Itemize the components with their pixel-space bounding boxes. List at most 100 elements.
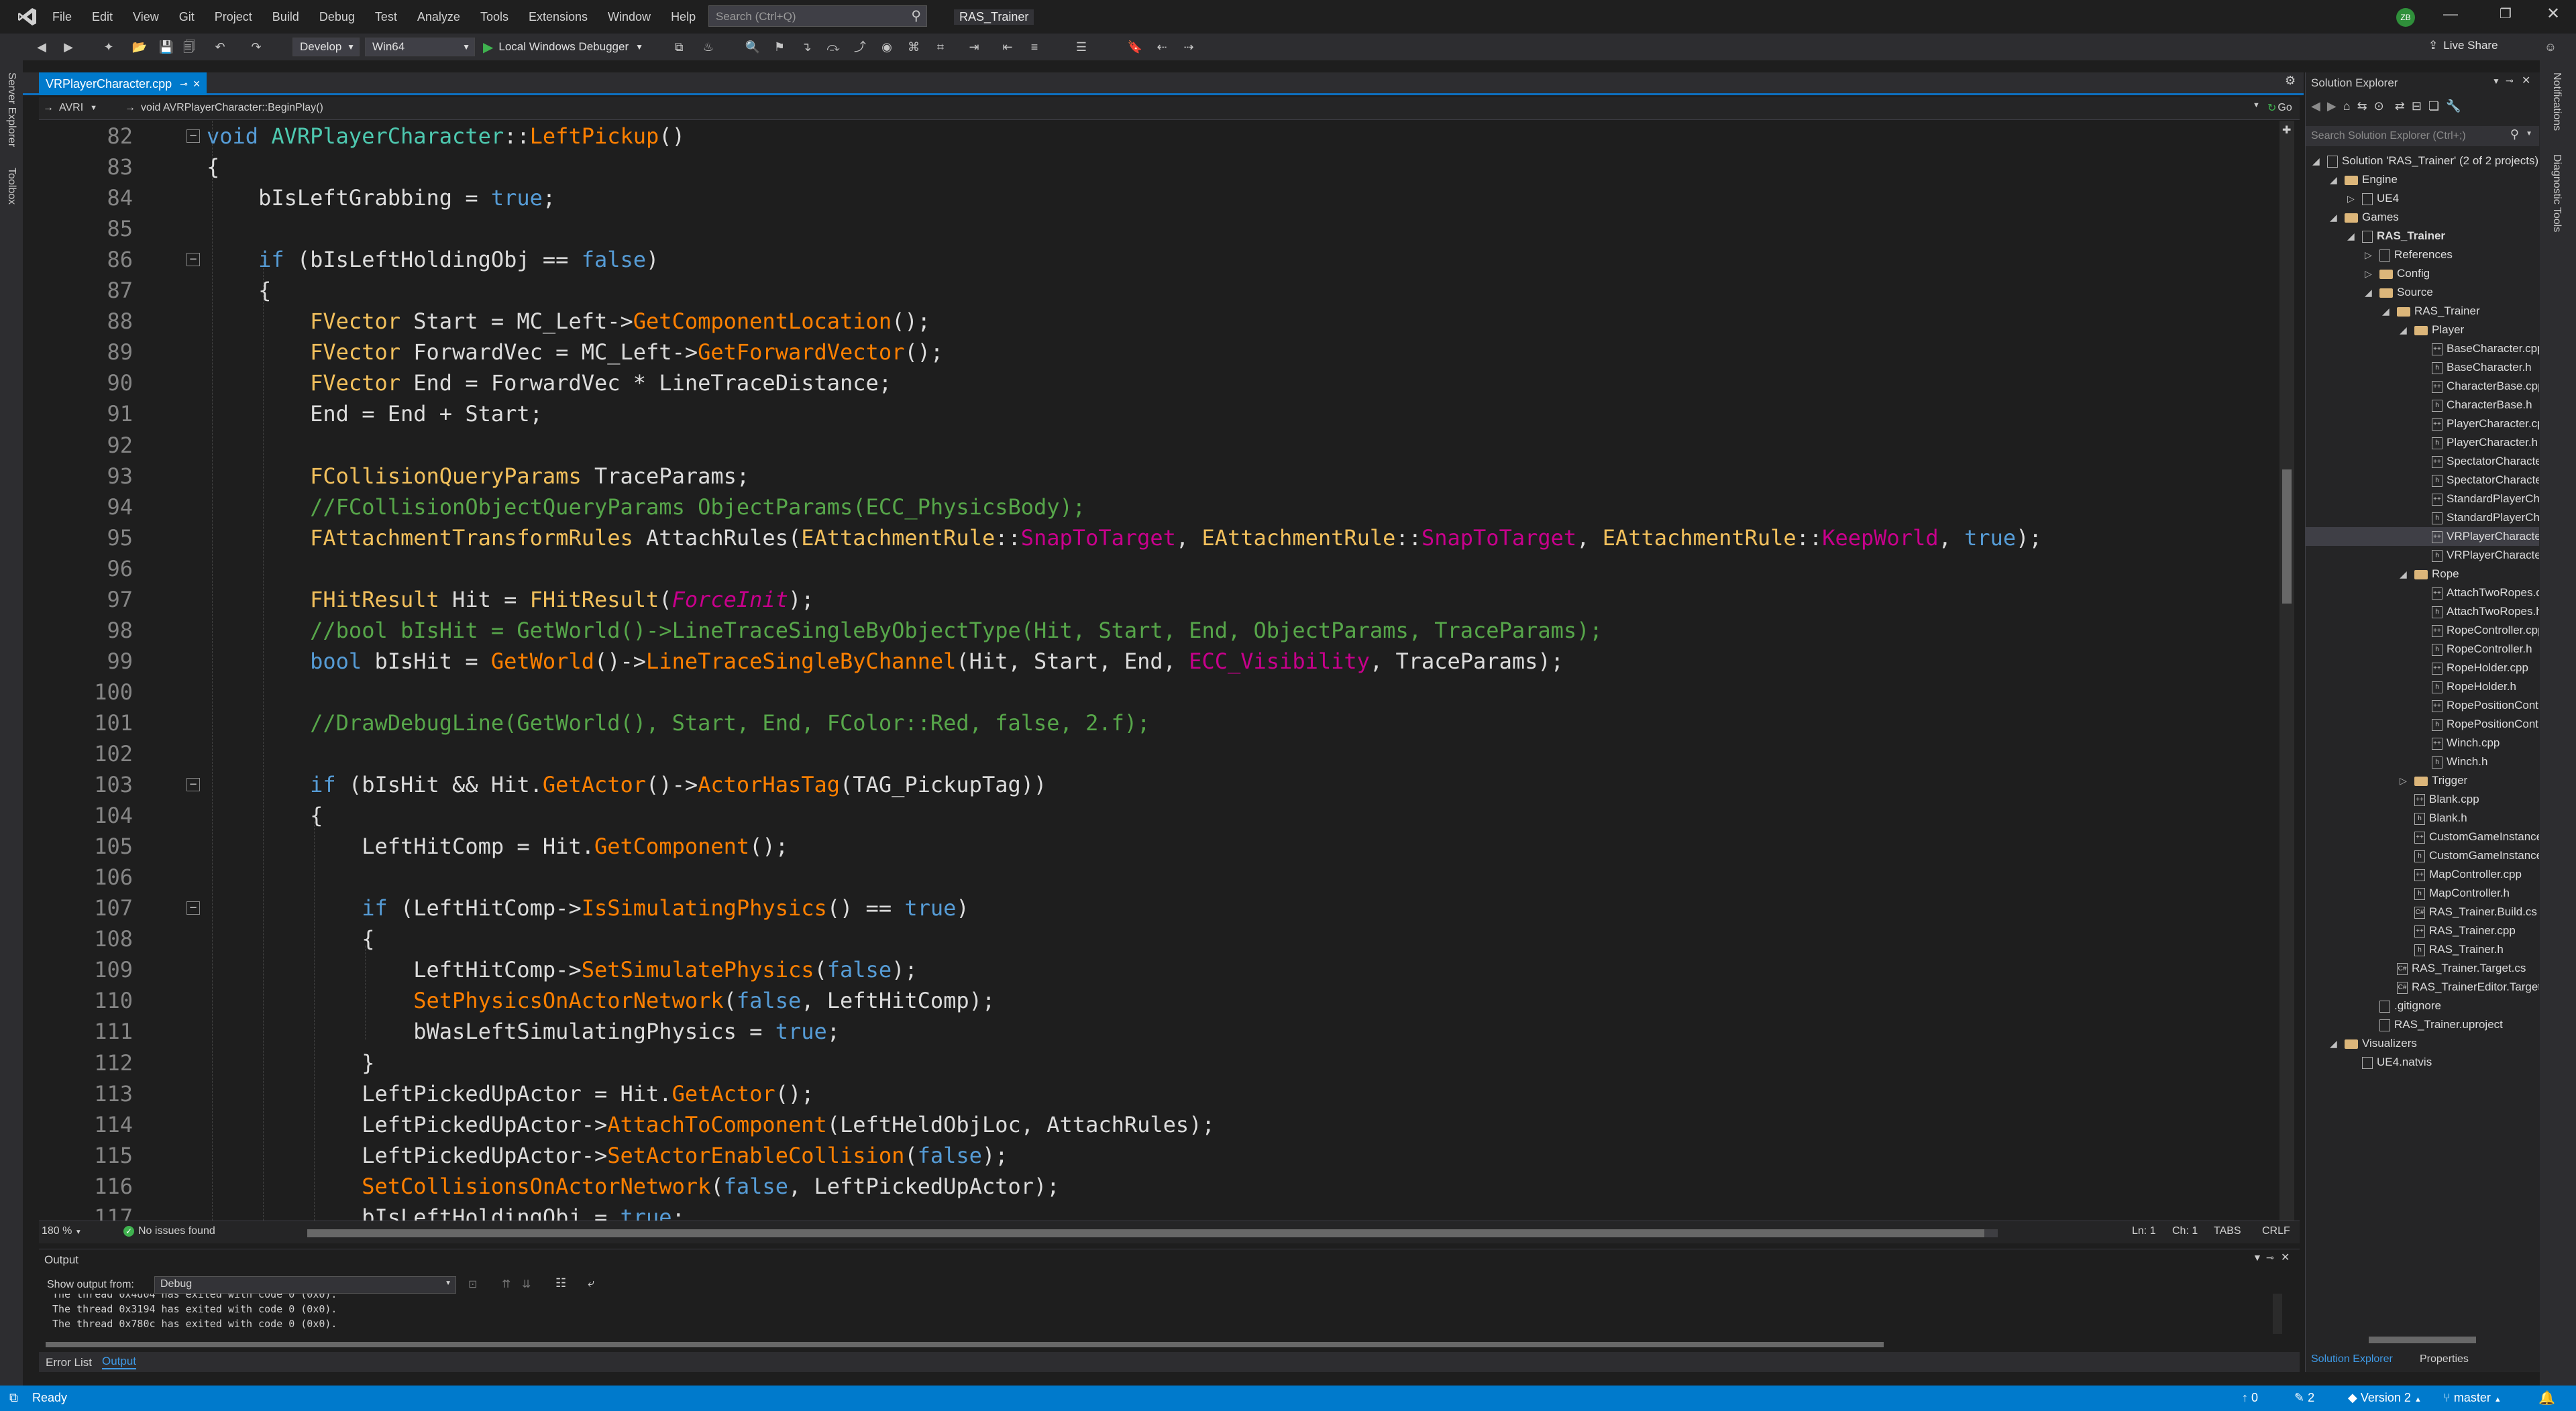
back-icon[interactable]: ◀ [34,39,50,55]
tree-item[interactable]: ◢ RAS_Trainer [2306,302,2539,321]
notification-bell-icon[interactable]: 🔔 [2538,1390,2555,1406]
tree-item[interactable]: ++ MapController.cpp [2306,865,2539,884]
tree-item[interactable]: ++ RAS_Trainer.cpp [2306,921,2539,940]
sync-icon[interactable]: ⇄ [2395,99,2405,113]
tree-item[interactable]: ++ RopePositionController.cpp [2306,696,2539,715]
expand-arrow-icon[interactable]: ▷ [2365,264,2372,283]
redo-icon[interactable]: ↷ [248,39,264,55]
ln-indicator[interactable]: Ln: 1 [2132,1225,2156,1237]
tree-item[interactable]: h VRPlayerCharacter.h [2306,546,2539,565]
tabs-indicator[interactable]: TABS [2214,1225,2241,1237]
tree-item[interactable]: UE4.natvis [2306,1053,2539,1072]
platform-dropdown[interactable]: Win64 ▼ [365,38,475,56]
tree-item[interactable]: h Winch.h [2306,752,2539,771]
search-icon[interactable]: ⚲ [911,7,921,24]
output-source-dropdown[interactable]: Debug ▼ [154,1276,456,1294]
config-dropdown[interactable]: Develop ▼ [292,38,360,56]
tab-vrplayercharacter-cpp[interactable]: VRPlayerCharacter.cpp ⊸ × [39,72,207,95]
tree-item[interactable]: h MapController.h [2306,884,2539,903]
save-all-icon[interactable]: 🗐 [181,39,197,55]
split-icon[interactable]: ✚ [2282,123,2291,137]
vs-logo-icon[interactable] [17,7,38,27]
tree-item[interactable]: C# RAS_Trainer.Target.cs [2306,959,2539,978]
collapse-arrow-icon[interactable]: ◢ [2330,1034,2337,1053]
search-input[interactable]: Search (Ctrl+Q) [716,10,796,23]
horizontal-scrollbar[interactable] [307,1229,1998,1237]
solution-search-box[interactable]: Search Solution Explorer (Ctrl+;) ⚲ ▼ [2306,126,2539,146]
output-text[interactable]: The thread 0x4d04 has exited with code 0… [52,1294,2253,1337]
live-share-button[interactable]: ⇪ Live Share [2428,39,2498,52]
output-hscroll-thumb[interactable] [46,1342,1884,1347]
tree-item[interactable]: h SpectatorCharacter.h [2306,471,2539,490]
tree-hscroll-thumb[interactable] [2369,1337,2476,1343]
diagnostic-tools-tab[interactable]: Diagnostic Tools [2551,154,2563,232]
bookmark-icon[interactable]: ⚑ [771,39,788,55]
properties-icon[interactable]: 🔧 [2446,99,2461,113]
scrollbar-thumb[interactable] [307,1229,1984,1237]
menu-item-git[interactable]: Git [179,10,195,24]
tree-item[interactable]: ++ BaseCharacter.cpp [2306,339,2539,358]
menu-item-analyze[interactable]: Analyze [417,10,460,24]
menu-item-view[interactable]: View [133,10,159,24]
clear-all-icon[interactable]: ☷ [555,1276,566,1290]
settings-gear-icon[interactable]: ⚙ [2285,74,2296,88]
step-icon[interactable]: ↴ [798,39,814,55]
tree-item[interactable]: .gitignore [2306,997,2539,1015]
tree-item[interactable]: h AttachTwoRopes.h [2306,602,2539,621]
new-project-icon[interactable]: ✦ [101,39,117,55]
collapse-arrow-icon[interactable]: ◢ [2400,565,2407,583]
publish-indicator[interactable]: ↑ 0 [2242,1391,2258,1405]
menu-item-help[interactable]: Help [671,10,696,24]
user-avatar[interactable]: ZB [2396,8,2415,27]
step-over-icon[interactable]: ⤼ [825,39,841,55]
feedback-icon[interactable]: ☺ [2542,39,2559,55]
expand-arrow-icon[interactable]: ▷ [2365,245,2372,264]
breakpoint-icon[interactable]: ◉ [879,39,895,55]
tree-item[interactable]: ◢ Visualizers [2306,1034,2539,1053]
pending-changes-icon[interactable]: ⊙ [2374,99,2384,113]
expand-arrow-icon[interactable]: ▷ [2347,189,2355,208]
next-message-icon[interactable]: ⇊ [522,1278,531,1291]
close-tab-icon[interactable]: × [193,77,201,91]
issues-indicator[interactable]: ✓ No issues found [123,1225,215,1237]
tree-item[interactable]: ++ Blank.cpp [2306,790,2539,809]
tree-item[interactable]: h Blank.h [2306,809,2539,828]
collapse-outline-icon[interactable]: − [186,253,200,267]
next-bookmark-icon[interactable]: ⇢ [1181,39,1197,55]
tree-item[interactable]: ▷ Trigger [2306,771,2539,790]
search-box[interactable]: Search (Ctrl+Q) ⚲ [708,5,927,27]
align-icon[interactable]: ☰ [1073,39,1089,55]
collapse-arrow-icon[interactable]: ◢ [2330,208,2337,227]
tree-item[interactable]: h RopePositionController.h [2306,715,2539,734]
attach-icon[interactable]: ⧉ [671,39,687,55]
forward-icon[interactable]: ▶ [2327,99,2337,113]
close-panel-icon[interactable]: ✕ [2522,74,2530,87]
tree-item[interactable]: h StandardPlayerCharacter.h [2306,508,2539,527]
collapse-arrow-icon[interactable]: ◢ [2382,302,2390,321]
tree-item[interactable]: ++ SpectatorCharacter.cpp [2306,452,2539,471]
word-wrap-icon[interactable]: ⤶ [588,1276,594,1290]
tree-item[interactable]: ▷ Config [2306,264,2539,283]
indent-icon[interactable]: ⇥ [966,39,982,55]
find-message-icon[interactable]: ⊡ [468,1278,477,1291]
tree-item[interactable]: h BaseCharacter.h [2306,358,2539,377]
tree-item[interactable]: h RopeHolder.h [2306,677,2539,696]
scope-dropdown[interactable]: → AVRI ▼ [43,99,97,117]
comment-icon[interactable]: ⌘ [906,39,922,55]
tree-item[interactable]: h PlayerCharacter.h [2306,433,2539,452]
switch-views-icon[interactable]: ⇆ [2357,99,2367,113]
back-icon[interactable]: ◀ [2311,99,2320,113]
tree-item[interactable]: h RAS_Trainer.h [2306,940,2539,959]
format-icon[interactable]: ≡ [1026,39,1042,55]
tree-item[interactable]: ++ StandardPlayerCharacter.cpp [2306,490,2539,508]
open-folder-icon[interactable]: 📂 [131,39,148,55]
line-ending-indicator[interactable]: CRLF [2262,1225,2290,1237]
tree-item[interactable]: ◢ Games [2306,208,2539,227]
step-out-icon[interactable]: ⤴ [852,39,868,55]
tree-item[interactable]: ++ PlayerCharacter.cpp [2306,414,2539,433]
forward-icon[interactable]: ▶ [60,39,76,55]
repository-indicator[interactable]: ◆ Version 2 ▲ [2348,1391,2422,1405]
tab-properties[interactable]: Properties [2420,1353,2469,1365]
collapse-arrow-icon[interactable]: ◢ [2330,170,2337,189]
menu-item-build[interactable]: Build [272,10,299,24]
